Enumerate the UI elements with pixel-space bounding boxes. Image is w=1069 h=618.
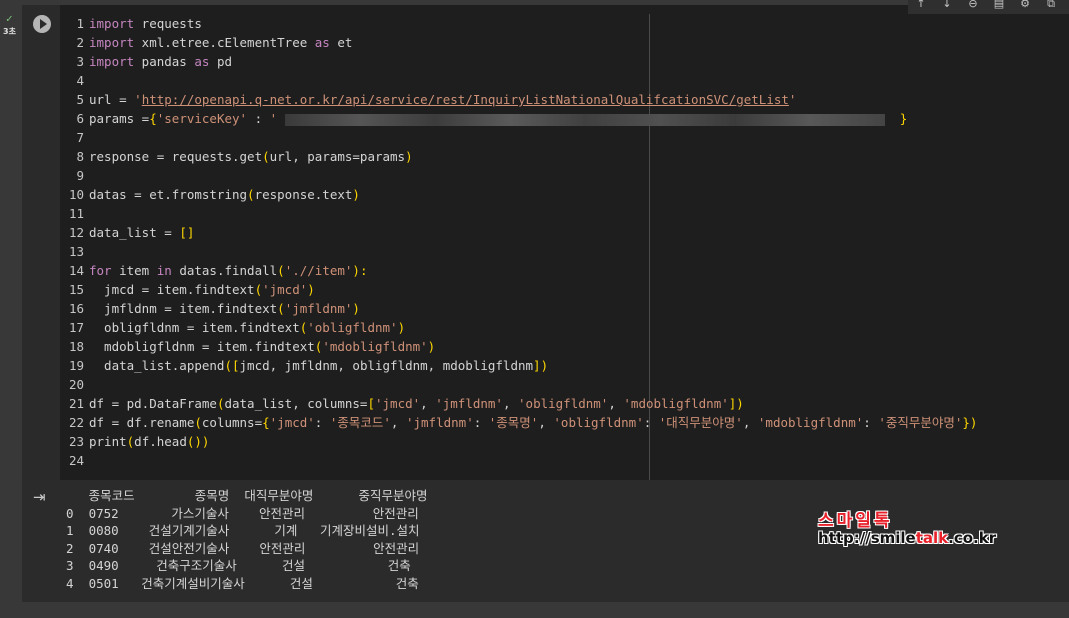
code-line: 7 [60, 128, 977, 147]
line-number: 12 [68, 225, 84, 240]
output-menu-icon[interactable]: ⇥ [33, 488, 51, 506]
code-line: 2 import xml.etree.cElementTree as et [60, 33, 977, 52]
output-row: 0 0752 가스기술사 안전관리 안전관리 [66, 505, 419, 521]
line-number: 21 [68, 396, 84, 411]
api-url-link[interactable]: http://openapi.q-net.or.kr/api/service/r… [142, 92, 789, 107]
code-line: 23 print(df.head()) [60, 432, 977, 451]
line-number: 7 [76, 130, 84, 145]
code-line: 17 obligfldnm = item.findtext('obligfldn… [60, 318, 977, 337]
line-number: 9 [76, 168, 84, 183]
expand-icon[interactable]: ⧉ [1038, 0, 1064, 14]
code-line: 3 import pandas as pd [60, 52, 977, 71]
line-number: 15 [68, 282, 84, 297]
line-number: 24 [68, 453, 84, 468]
line-number: 4 [76, 73, 84, 88]
code-line: 5 url = 'http://openapi.q-net.or.kr/api/s… [60, 90, 977, 109]
output-row: 2 0740 건설안전기술사 안전관리 안전관리 [66, 540, 420, 556]
line-number: 16 [68, 301, 84, 316]
line-number: 13 [68, 244, 84, 259]
code-line: 9 [60, 166, 977, 185]
line-number: 8 [76, 149, 84, 164]
output-row: 4 0501 건축기계설비기술사 건설 건축 [66, 575, 419, 591]
move-down-icon[interactable]: ↓ [934, 0, 960, 14]
line-number: 18 [68, 339, 84, 354]
code-line: 21 df = pd.DataFrame(data_list, columns=[… [60, 394, 977, 413]
output-row: 1 0080 건설기계기술사 기계 기계장비설비.설치 [66, 523, 420, 538]
line-number: 23 [68, 434, 84, 449]
line-number: 6 [76, 111, 84, 126]
code-line: 19 data_list.append([jmcd, jmfldnm, obli… [60, 356, 977, 375]
move-up-icon[interactable]: ↑ [908, 0, 934, 14]
line-number: 17 [68, 320, 84, 335]
code-line: 14 for item in datas.findall('.//item'): [60, 261, 977, 280]
line-number: 5 [76, 92, 84, 107]
code-line: 22 df = df.rename(columns={'jmcd': '종목코드'… [60, 413, 978, 432]
line-number: 14 [68, 263, 84, 278]
gear-icon[interactable]: ⚙ [1012, 0, 1038, 14]
output-header: 종목코드 종목명 대직무분야명 중직무분야명 [66, 488, 428, 503]
line-number: 3 [76, 54, 84, 69]
cell-left-bar [22, 5, 60, 480]
code-line: 16 jmfldnm = item.findtext('jmfldnm') [60, 299, 977, 318]
redacted-service-key [284, 113, 885, 126]
dataframe-output: 종목코드 종목명 대직무분야명 중직무분야명 0 0752 가스기술사 안전관리 … [66, 487, 428, 592]
run-success-check-icon: ✓ [6, 12, 13, 25]
watermark-title: 스마일톡 [818, 511, 893, 531]
code-line: 11 [60, 204, 977, 223]
code-line: 12 data_list = [] [60, 223, 977, 242]
code-line: 13 [60, 242, 977, 261]
left-gutter: ✓ 3초 [0, 0, 22, 618]
watermark-logo: 스마일톡 http://smiletalk.co.kr [818, 506, 996, 547]
line-number: 22 [68, 415, 84, 430]
line-number: 10 [68, 187, 84, 202]
line-number: 1 [76, 16, 84, 31]
line-number: 19 [68, 358, 84, 373]
watermark-url: http://smiletalk.co.kr [818, 529, 997, 547]
run-cell-button[interactable] [33, 15, 51, 33]
output-row: 3 0490 건축구조기술사 건설 건축 [66, 558, 411, 573]
code-line: 20 [60, 375, 977, 394]
play-icon [39, 19, 47, 29]
link-icon[interactable]: ⊖ [960, 0, 986, 14]
code-line: 4 [60, 71, 977, 90]
code-line: 18 mdobligfldnm = item.findtext('mdoblig… [60, 337, 977, 356]
code-line: 10 datas = et.fromstring(response.text) [60, 185, 977, 204]
line-number: 11 [68, 206, 84, 221]
code-line: 15 jmcd = item.findtext('jmcd') [60, 280, 977, 299]
line-number: 2 [76, 35, 84, 50]
code-line: 6 params ={'serviceKey' : ' } [60, 109, 977, 128]
cell-toolbar: ↑ ↓ ⊖ ▤ ⚙ ⧉ [908, 0, 1069, 14]
execution-time: 3초 [3, 27, 16, 36]
comment-icon[interactable]: ▤ [986, 0, 1012, 14]
code-line: 24 [60, 451, 977, 470]
code-lines: 1 import requests 2 import xml.etree.cElem… [60, 14, 978, 470]
code-line: 1 import requests [60, 14, 977, 33]
code-line: 8 response = requests.get(url, params=par… [60, 147, 977, 166]
line-number: 20 [68, 377, 84, 392]
